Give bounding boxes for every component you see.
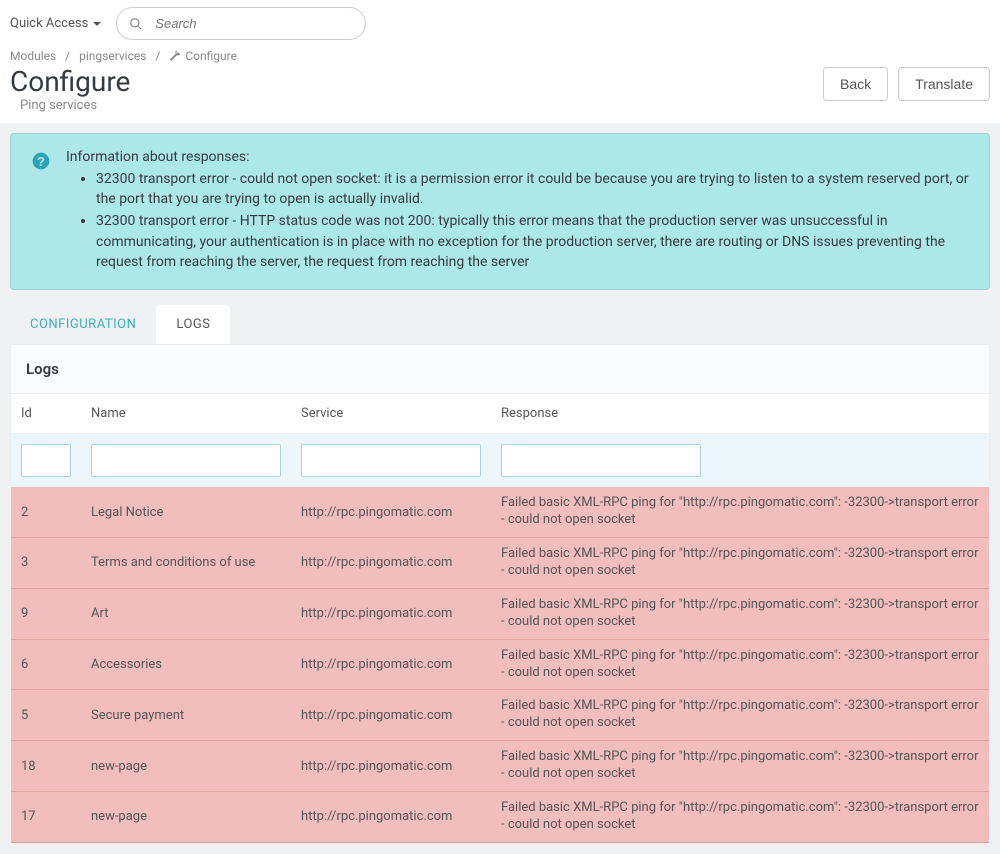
cell-service: http://rpc.pingomatic.com <box>291 791 491 842</box>
filter-service-input[interactable] <box>301 444 481 477</box>
search-icon <box>129 17 143 31</box>
filter-id-input[interactable] <box>21 444 71 477</box>
table-row[interactable]: 18new-pagehttp://rpc.pingomatic.comFaile… <box>11 741 989 792</box>
cell-response: Failed basic XML-RPC ping for "http://rp… <box>491 639 989 690</box>
cell-id: 5 <box>11 690 81 741</box>
page-title: Configure <box>10 67 130 98</box>
cell-id: 18 <box>11 741 81 792</box>
cell-service: http://rpc.pingomatic.com <box>291 741 491 792</box>
filter-name-input[interactable] <box>91 444 281 477</box>
cell-name: Art <box>81 588 291 639</box>
cell-name: new-page <box>81 741 291 792</box>
cell-name: Secure payment <box>81 690 291 741</box>
col-header-name[interactable]: Name <box>81 394 291 434</box>
table-row[interactable]: 2Legal Noticehttp://rpc.pingomatic.comFa… <box>11 487 989 537</box>
col-header-id[interactable]: Id <box>11 394 81 434</box>
col-header-service[interactable]: Service <box>291 394 491 434</box>
breadcrumb-modules[interactable]: Modules <box>10 49 56 63</box>
back-button[interactable]: Back <box>823 67 888 101</box>
translate-button[interactable]: Translate <box>898 67 990 101</box>
tab-logs[interactable]: LOGS <box>156 305 230 344</box>
col-header-response[interactable]: Response <box>491 394 989 434</box>
table-row[interactable]: 17new-pagehttp://rpc.pingomatic.comFaile… <box>11 791 989 842</box>
logs-table: Id Name Service Response 2Legal Noticeht… <box>11 394 989 842</box>
breadcrumb: Modules / pingservices / Configure <box>0 47 1000 65</box>
cell-response: Failed basic XML-RPC ping for "http://rp… <box>491 791 989 842</box>
svg-text:?: ? <box>37 154 45 169</box>
search-input[interactable] <box>151 12 353 35</box>
cell-name: Accessories <box>81 639 291 690</box>
cell-id: 17 <box>11 791 81 842</box>
table-row[interactable]: 6Accessorieshttp://rpc.pingomatic.comFai… <box>11 639 989 690</box>
quick-access-label: Quick Access <box>10 16 88 31</box>
table-row[interactable]: 5Secure paymenthttp://rpc.pingomatic.com… <box>11 690 989 741</box>
tab-configuration[interactable]: CONFIGURATION <box>10 305 156 344</box>
breadcrumb-separator: / <box>65 49 70 63</box>
breadcrumb-module[interactable]: pingservices <box>79 49 146 63</box>
cell-service: http://rpc.pingomatic.com <box>291 588 491 639</box>
table-row[interactable]: 3Terms and conditions of usehttp://rpc.p… <box>11 538 989 589</box>
cell-id: 9 <box>11 588 81 639</box>
cell-service: http://rpc.pingomatic.com <box>291 639 491 690</box>
cell-response: Failed basic XML-RPC ping for "http://rp… <box>491 690 989 741</box>
breadcrumb-configure: Configure <box>185 49 237 63</box>
page-subtitle: Ping services <box>10 98 130 113</box>
cell-response: Failed basic XML-RPC ping for "http://rp… <box>491 741 989 792</box>
logs-panel: Logs Id Name Service Response 2L <box>10 344 990 843</box>
cell-service: http://rpc.pingomatic.com <box>291 487 491 537</box>
breadcrumb-separator: / <box>155 49 160 63</box>
wrench-icon <box>169 50 180 61</box>
cell-id: 3 <box>11 538 81 589</box>
info-icon: ? <box>31 151 51 171</box>
cell-name: Terms and conditions of use <box>81 538 291 589</box>
quick-access-dropdown[interactable]: Quick Access <box>10 16 101 31</box>
cell-service: http://rpc.pingomatic.com <box>291 538 491 589</box>
info-bullet: 32300 transport error - HTTP status code… <box>96 211 969 272</box>
cell-response: Failed basic XML-RPC ping for "http://rp… <box>491 487 989 537</box>
caret-down-icon <box>93 22 101 26</box>
cell-id: 6 <box>11 639 81 690</box>
info-heading: Information about responses: <box>66 149 969 165</box>
info-bullet: 32300 transport error - could not open s… <box>96 169 969 210</box>
cell-id: 2 <box>11 487 81 537</box>
cell-name: new-page <box>81 791 291 842</box>
cell-service: http://rpc.pingomatic.com <box>291 690 491 741</box>
cell-name: Legal Notice <box>81 487 291 537</box>
info-box: ? Information about responses: 32300 tra… <box>10 133 990 290</box>
panel-title: Logs <box>11 345 989 394</box>
filter-response-input[interactable] <box>501 444 701 477</box>
table-row[interactable]: 9Arthttp://rpc.pingomatic.comFailed basi… <box>11 588 989 639</box>
cell-response: Failed basic XML-RPC ping for "http://rp… <box>491 588 989 639</box>
cell-response: Failed basic XML-RPC ping for "http://rp… <box>491 538 989 589</box>
search-field-wrap[interactable] <box>116 7 366 40</box>
